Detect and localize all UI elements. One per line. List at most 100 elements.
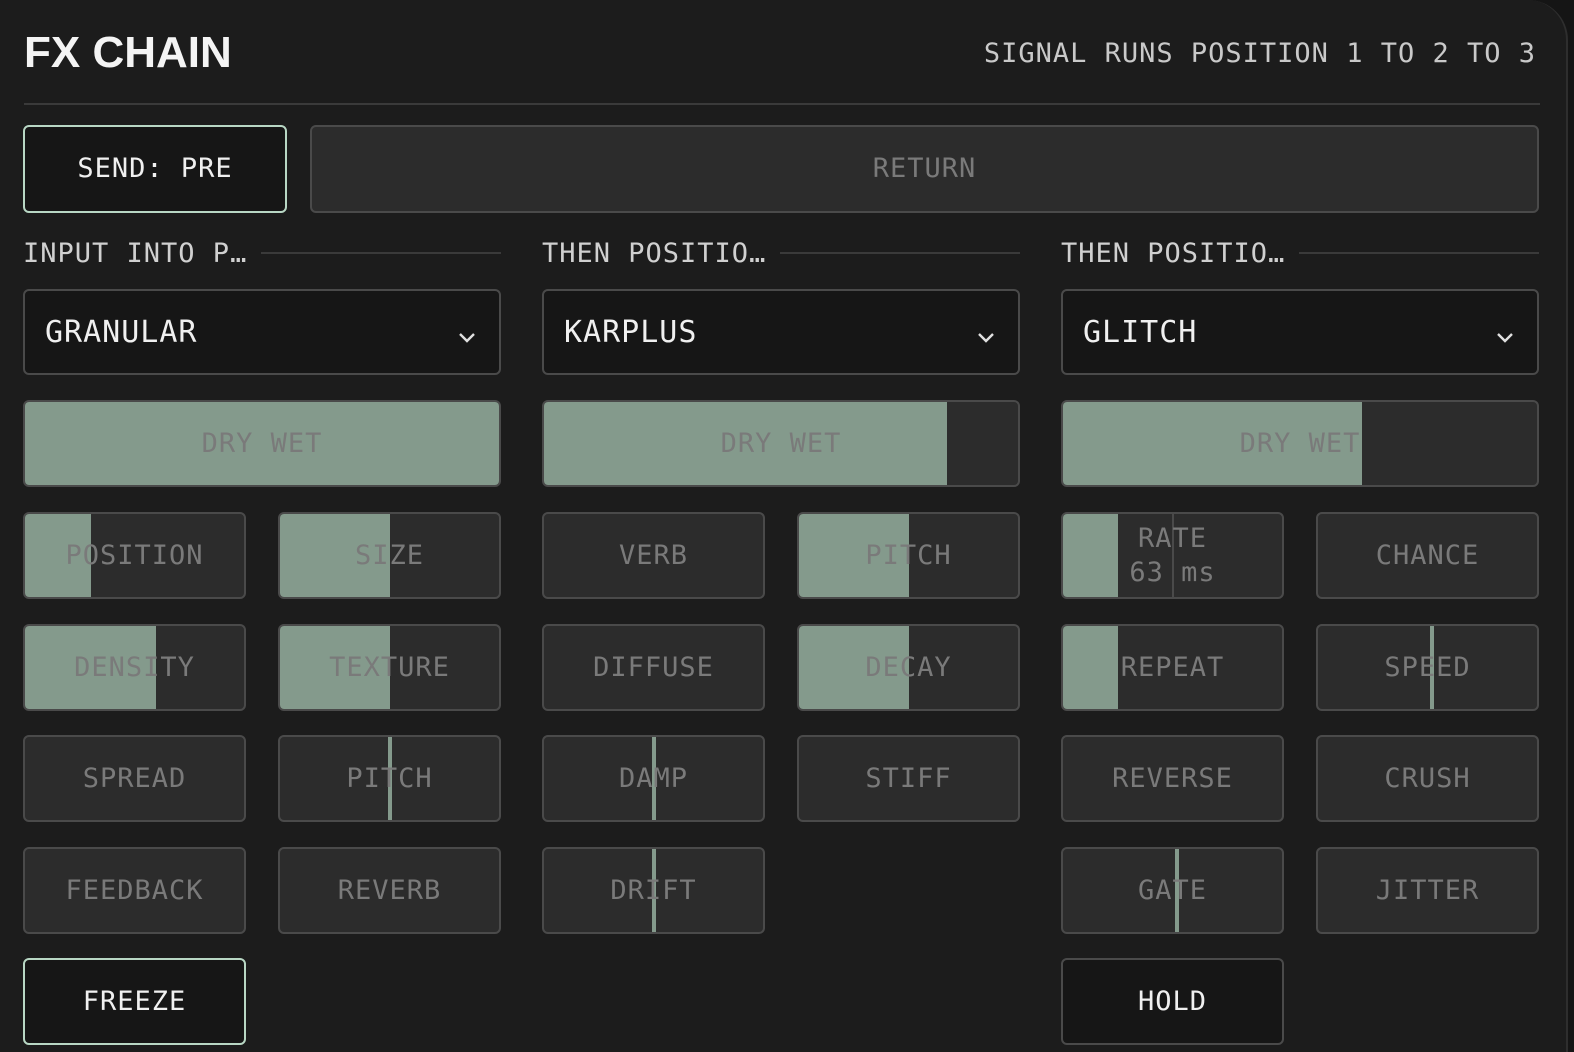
param-value-readout: 63 ms — [1129, 556, 1216, 588]
hold-label: HOLD — [1137, 985, 1208, 1017]
dry-wet-slider[interactable]: DRY WET — [1061, 400, 1539, 487]
send-pre-button[interactable]: SEND: PRE — [23, 125, 287, 213]
param-label-group: CHANCE — [1376, 539, 1480, 573]
chevron-down-icon — [457, 321, 477, 343]
effect-select-value: GRANULAR — [45, 314, 198, 350]
param-label: VERB — [618, 539, 689, 571]
param-feedback-control[interactable]: FEEDBACK — [23, 847, 246, 934]
param-label: SIZE — [354, 539, 425, 571]
param-label: DRIFT — [610, 874, 697, 906]
slot-heading: INPUT INTO P… — [23, 236, 501, 270]
param-label-group: FEEDBACK — [65, 874, 203, 908]
param-label: TEXTURE — [329, 651, 450, 683]
signal-flow-caption: SIGNAL RUNS POSITION 1 TO 2 TO 3 — [983, 38, 1536, 69]
param-chance-control[interactable]: CHANCE — [1316, 512, 1539, 599]
slot-heading-label: THEN POSITIO… — [542, 237, 767, 269]
dry-wet-label: DRY WET — [201, 427, 323, 459]
effect-select-value: KARPLUS — [564, 314, 698, 350]
param-label-group: POSITION — [65, 539, 203, 573]
slot-heading-rule — [1299, 252, 1539, 254]
slot-heading-rule — [261, 252, 501, 254]
param-reverb-control[interactable]: REVERB — [278, 847, 501, 934]
param-size-control[interactable]: SIZE — [278, 512, 501, 599]
param-label-group: STIFF — [865, 762, 951, 796]
slot-heading-label: INPUT INTO P… — [23, 237, 248, 269]
chevron-down-icon — [1495, 321, 1515, 343]
param-gate-control[interactable]: GATE — [1061, 847, 1284, 934]
freeze-label: FREEZE — [82, 985, 187, 1017]
slot-heading: THEN POSITIO… — [1061, 236, 1539, 270]
param-jitter-control[interactable]: JITTER — [1316, 847, 1539, 934]
param-damp-control[interactable]: DAMP — [542, 735, 765, 822]
param-label-group: SPEED — [1384, 651, 1470, 685]
effect-select-value: GLITCH — [1083, 314, 1198, 350]
param-texture-control[interactable]: TEXTURE — [278, 624, 501, 711]
param-label-group: DAMP — [619, 762, 688, 796]
fx-chain-panel: FX CHAIN SIGNAL RUNS POSITION 1 TO 2 TO … — [0, 0, 1568, 1052]
dry-wet-slider[interactable]: DRY WET — [23, 400, 501, 487]
param-label: PITCH — [865, 539, 952, 571]
param-speed-control[interactable]: SPEED — [1316, 624, 1539, 711]
param-label: REVERSE — [1112, 762, 1233, 794]
effect-select[interactable]: GRANULAR — [23, 289, 501, 375]
param-label-group: PITCH — [865, 539, 951, 573]
dry-wet-slider[interactable]: DRY WET — [542, 400, 1020, 487]
chevron-down-icon — [976, 321, 996, 343]
param-label: GATE — [1137, 874, 1208, 906]
param-label: CRUSH — [1384, 762, 1471, 794]
param-label: DECAY — [865, 651, 952, 683]
param-label: PITCH — [346, 762, 433, 794]
param-fill — [1063, 626, 1118, 709]
hold-button[interactable]: HOLD — [1061, 958, 1284, 1045]
param-reverse-control[interactable]: REVERSE — [1061, 735, 1284, 822]
param-label-group: CRUSH — [1384, 762, 1470, 796]
param-label: REPEAT — [1120, 651, 1225, 683]
param-pitch-control[interactable]: PITCH — [278, 735, 501, 822]
param-label: STIFF — [865, 762, 952, 794]
param-pitch-control[interactable]: PITCH — [797, 512, 1020, 599]
param-spread-control[interactable]: SPREAD — [23, 735, 246, 822]
param-label: FEEDBACK — [65, 874, 204, 906]
dry-wet-label: DRY WET — [720, 427, 842, 459]
param-label-group: SIZE — [355, 539, 424, 573]
freeze-button[interactable]: FREEZE — [23, 958, 246, 1045]
slot-heading: THEN POSITIO… — [542, 236, 1020, 270]
panel-title: FX CHAIN — [24, 28, 232, 77]
send-pre-label: SEND: PRE — [77, 153, 233, 184]
param-label: JITTER — [1375, 874, 1480, 906]
param-drift-control[interactable]: DRIFT — [542, 847, 765, 934]
param-crush-control[interactable]: CRUSH — [1316, 735, 1539, 822]
param-label-group: SPREAD — [83, 762, 187, 796]
param-label-group: DECAY — [865, 651, 951, 685]
param-fill — [1063, 514, 1118, 597]
param-label-group: DIFFUSE — [593, 651, 714, 685]
header-divider — [24, 103, 1540, 105]
param-stiff-control[interactable]: STIFF — [797, 735, 1020, 822]
slot-heading-rule — [780, 252, 1020, 254]
dry-wet-label: DRY WET — [1239, 427, 1361, 459]
param-label-group: RATE 63 ms — [1129, 522, 1215, 590]
param-diffuse-control[interactable]: DIFFUSE — [542, 624, 765, 711]
param-label-group: DENSITY — [74, 651, 195, 685]
param-label: CHANCE — [1375, 539, 1480, 571]
param-repeat-control[interactable]: REPEAT — [1061, 624, 1284, 711]
param-label: RATE — [1137, 522, 1208, 554]
param-label-group: JITTER — [1376, 874, 1480, 908]
param-decay-control[interactable]: DECAY — [797, 624, 1020, 711]
param-verb-control[interactable]: VERB — [542, 512, 765, 599]
param-label-group: PITCH — [346, 762, 432, 796]
param-rate-control[interactable]: RATE 63 ms — [1061, 512, 1284, 599]
param-label-group: DRIFT — [610, 874, 696, 908]
param-position-control[interactable]: POSITION — [23, 512, 246, 599]
effect-select[interactable]: KARPLUS — [542, 289, 1020, 375]
param-label: SPREAD — [82, 762, 187, 794]
param-label-group: REVERB — [338, 874, 442, 908]
param-density-control[interactable]: DENSITY — [23, 624, 246, 711]
effect-select[interactable]: GLITCH — [1061, 289, 1539, 375]
param-label: POSITION — [65, 539, 204, 571]
param-label: DAMP — [618, 762, 689, 794]
param-label-group: REPEAT — [1121, 651, 1225, 685]
return-button[interactable]: RETURN — [310, 125, 1539, 213]
return-label: RETURN — [872, 153, 977, 184]
param-label: DIFFUSE — [593, 651, 714, 683]
